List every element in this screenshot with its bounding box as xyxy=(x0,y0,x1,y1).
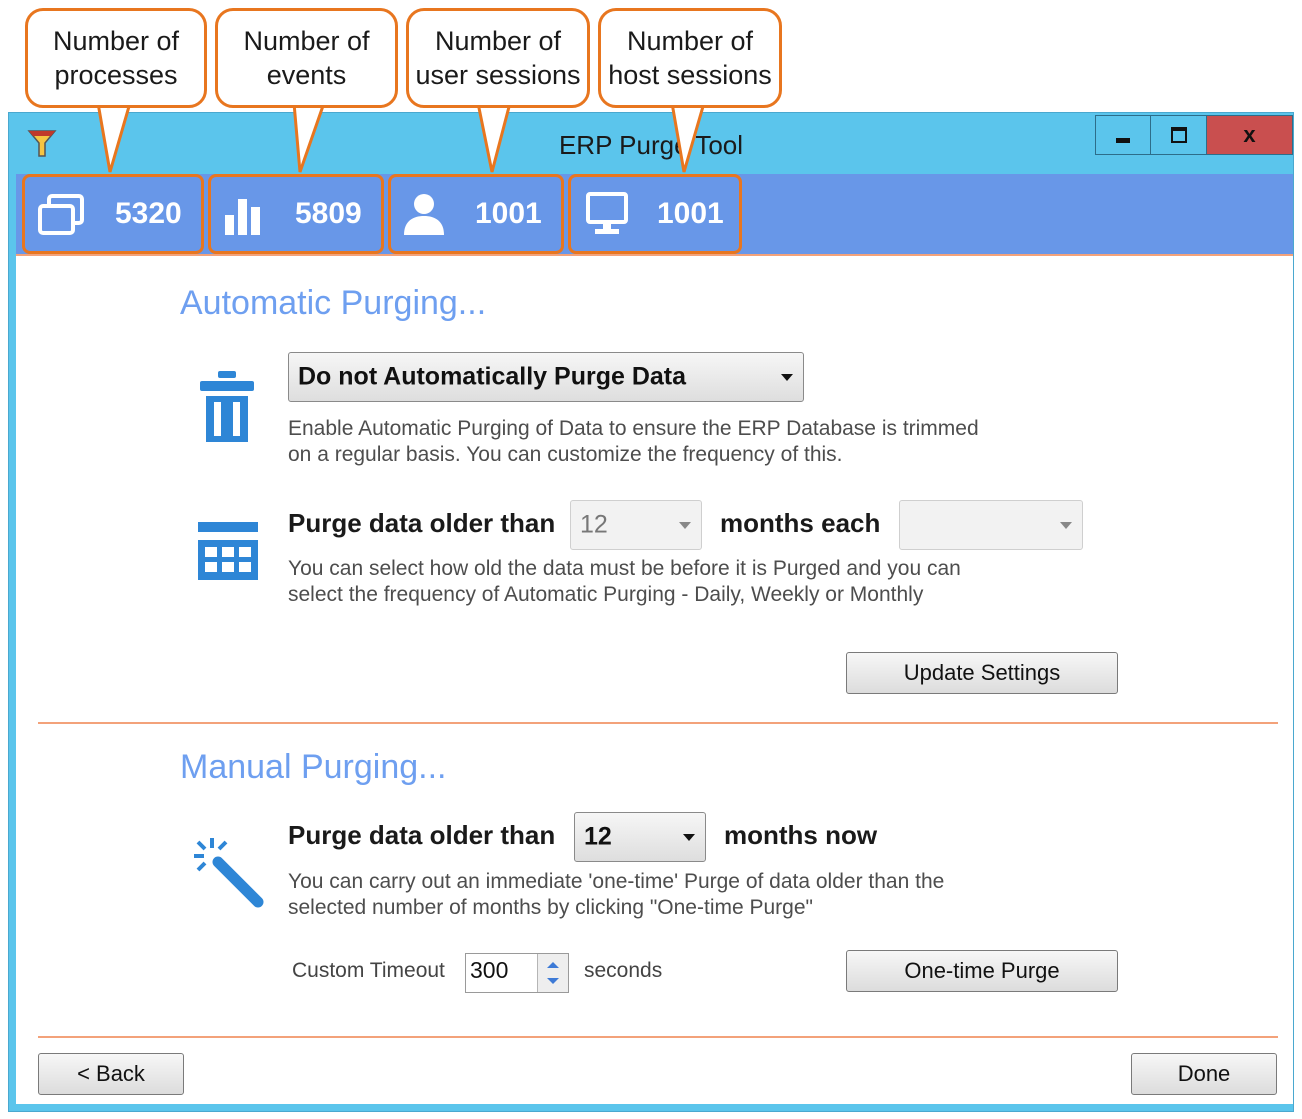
callout-line: Number of xyxy=(626,26,754,56)
monitor-icon xyxy=(586,192,628,234)
manual-months-select[interactable]: 12 xyxy=(574,812,706,862)
minimize-icon xyxy=(1116,137,1130,143)
callout-line: events xyxy=(266,60,347,90)
footer-divider xyxy=(38,1036,1278,1038)
custom-timeout-label: Custom Timeout xyxy=(292,959,445,982)
stats-bar: 5320 5809 1001 1001 xyxy=(16,174,1293,256)
stat-host-sessions: 1001 xyxy=(568,174,742,254)
timeout-value: 300 xyxy=(470,957,509,983)
auto-months-select[interactable]: 12 xyxy=(570,500,702,550)
close-button[interactable]: x xyxy=(1207,115,1293,155)
callout-line: Number of xyxy=(434,26,562,56)
auto-older-than-label: Purge data older than xyxy=(288,508,556,538)
callout-pointer xyxy=(292,100,327,173)
frequency-select[interactable] xyxy=(899,500,1083,550)
manual-older-than-label: Purge data older than xyxy=(288,820,556,850)
back-button[interactable]: < Back xyxy=(38,1053,184,1095)
magic-wand-icon xyxy=(194,838,264,908)
stat-value: 5809 xyxy=(295,197,362,230)
callout-line: Number of xyxy=(243,26,370,56)
chevron-down-icon xyxy=(1060,522,1072,529)
minimize-button[interactable] xyxy=(1095,115,1151,155)
chevron-down-icon xyxy=(679,522,691,529)
callout-line: host sessions xyxy=(608,60,772,90)
desc-line: select the frequency of Automatic Purgin… xyxy=(288,583,924,606)
desc-line: You can select how old the data must be … xyxy=(288,557,961,580)
title-bar[interactable]: ERP Purge Tool x xyxy=(9,113,1293,175)
desc-line: Enable Automatic Purging of Data to ensu… xyxy=(288,417,979,440)
auto-purge-mode-select[interactable]: Do not Automatically Purge Data xyxy=(288,352,804,402)
done-button[interactable]: Done xyxy=(1131,1053,1277,1095)
user-icon xyxy=(404,194,444,235)
stat-value: 1001 xyxy=(657,197,724,230)
update-settings-button[interactable]: Update Settings xyxy=(846,652,1118,694)
chevron-down-icon xyxy=(781,374,793,381)
stat-value: 5320 xyxy=(115,197,182,230)
manual-purging-heading: Manual Purging... xyxy=(180,748,447,786)
maximize-icon xyxy=(1170,127,1187,143)
windows-icon xyxy=(38,194,84,235)
months-each-label: months each xyxy=(720,508,881,538)
callout-pointer xyxy=(670,100,706,173)
timeout-stepper[interactable]: 300 xyxy=(465,953,569,993)
manual-description: You can carry out an immediate 'one-time… xyxy=(288,869,944,921)
bar-chart-icon xyxy=(225,199,260,235)
one-time-purge-button[interactable]: One-time Purge xyxy=(846,950,1118,992)
callout-host-sessions: Number of host sessions xyxy=(598,8,782,108)
months-now-label: months now xyxy=(724,820,878,850)
select-value: 12 xyxy=(580,510,608,539)
callout-line: Number of xyxy=(52,26,180,56)
close-icon: x xyxy=(1243,122,1256,147)
chevron-down-icon xyxy=(683,834,695,841)
desc-line: selected number of months by clicking "O… xyxy=(288,896,813,919)
trash-icon xyxy=(200,371,254,442)
callout-events: Number of events xyxy=(215,8,398,108)
section-divider xyxy=(38,722,1278,724)
callout-line: processes xyxy=(54,60,178,90)
stat-value: 1001 xyxy=(475,197,542,230)
desc-line: on a regular basis. You can customize th… xyxy=(288,443,843,466)
select-value: 12 xyxy=(584,822,612,851)
maximize-button[interactable] xyxy=(1151,115,1207,155)
schedule-description: You can select how old the data must be … xyxy=(288,556,961,608)
callout-processes: Number of processes xyxy=(25,8,207,108)
stepper-buttons[interactable] xyxy=(537,954,568,992)
desc-line: You can carry out an immediate 'one-time… xyxy=(288,870,945,893)
stat-user-sessions: 1001 xyxy=(388,174,564,254)
callout-pointer xyxy=(96,100,132,173)
content-panel: Automatic Purging... Do not Automaticall… xyxy=(16,256,1293,1104)
stat-events: 5809 xyxy=(208,174,384,254)
select-value: Do not Automatically Purge Data xyxy=(298,362,687,391)
stepper-up-icon[interactable] xyxy=(547,962,559,968)
callout-line: user sessions xyxy=(415,60,581,90)
automatic-purging-heading: Automatic Purging... xyxy=(180,284,487,322)
stepper-down-icon[interactable] xyxy=(547,978,559,984)
stat-processes: 5320 xyxy=(22,174,204,254)
callout-user-sessions: Number of user sessions xyxy=(406,8,590,108)
auto-purge-description: Enable Automatic Purging of Data to ensu… xyxy=(288,416,979,468)
calendar-icon xyxy=(198,522,258,580)
callout-pointer xyxy=(476,100,512,173)
seconds-label: seconds xyxy=(584,959,663,982)
